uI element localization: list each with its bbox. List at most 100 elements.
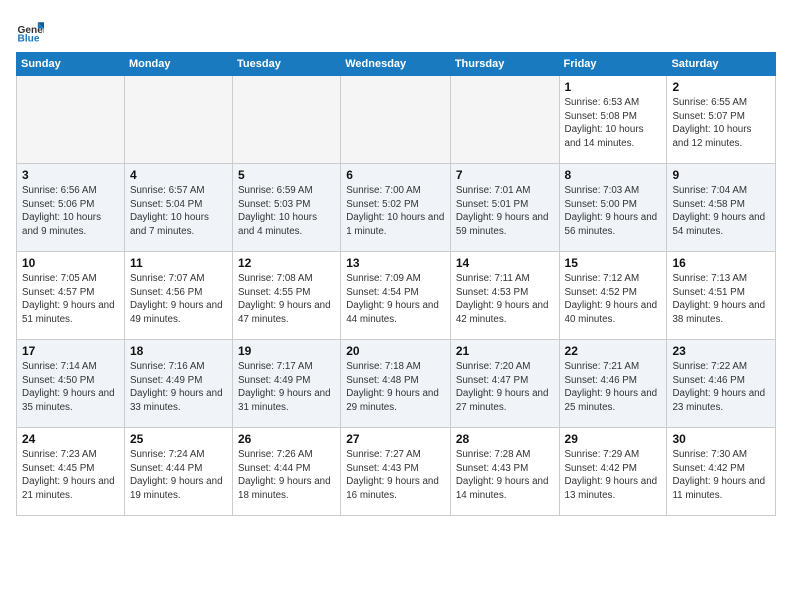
day-number: 26 [238, 432, 335, 446]
day-info: Sunrise: 7:26 AM Sunset: 4:44 PM Dayligh… [238, 448, 335, 503]
calendar-cell: 9 Sunrise: 7:04 AM Sunset: 4:58 PM Daylig… [667, 164, 776, 252]
calendar-header-row: SundayMondayTuesdayWednesdayThursdayFrid… [17, 53, 776, 76]
day-number: 3 [22, 168, 119, 182]
day-number: 4 [130, 168, 227, 182]
day-number: 30 [672, 432, 770, 446]
day-info: Sunrise: 7:11 AM Sunset: 4:53 PM Dayligh… [456, 272, 554, 327]
calendar-cell: 6Sunrise: 7:00 AM Sunset: 5:02 PM Daylig… [341, 164, 451, 252]
calendar-cell: 29 Sunrise: 7:29 AM Sunset: 4:42 PM Dayli… [559, 428, 667, 516]
day-number: 11 [130, 256, 227, 270]
day-number: 1 [565, 80, 662, 94]
calendar-cell [450, 76, 559, 164]
day-info: Sunrise: 7:18 AM Sunset: 4:48 PM Dayligh… [346, 360, 445, 415]
day-info: Sunrise: 7:30 AM Sunset: 4:42 PM Dayligh… [672, 448, 770, 503]
calendar-cell: 20 Sunrise: 7:18 AM Sunset: 4:48 PM Dayli… [341, 340, 451, 428]
day-info: Sunrise: 7:21 AM Sunset: 4:46 PM Dayligh… [565, 360, 662, 415]
calendar-cell: 4 Sunrise: 6:57 AM Sunset: 5:04 PM Daylig… [124, 164, 232, 252]
day-info: Sunrise: 7:09 AM Sunset: 4:54 PM Dayligh… [346, 272, 445, 327]
weekday-header-monday: Monday [124, 53, 232, 76]
day-number: 22 [565, 344, 662, 358]
logo-icon: General Blue [16, 16, 44, 44]
day-info: Sunrise: 7:03 AM Sunset: 5:00 PM Dayligh… [565, 184, 662, 239]
calendar-cell: 26 Sunrise: 7:26 AM Sunset: 4:44 PM Dayli… [233, 428, 341, 516]
day-number: 6 [346, 168, 445, 182]
day-number: 18 [130, 344, 227, 358]
day-info: Sunrise: 6:57 AM Sunset: 5:04 PM Dayligh… [130, 184, 227, 239]
calendar-cell: 22 Sunrise: 7:21 AM Sunset: 4:46 PM Dayli… [559, 340, 667, 428]
day-info: Sunrise: 7:05 AM Sunset: 4:57 PM Dayligh… [22, 272, 119, 327]
day-info: Sunrise: 7:01 AM Sunset: 5:01 PM Dayligh… [456, 184, 554, 239]
day-number: 8 [565, 168, 662, 182]
day-info: Sunrise: 7:29 AM Sunset: 4:42 PM Dayligh… [565, 448, 662, 503]
day-number: 9 [672, 168, 770, 182]
day-number: 24 [22, 432, 119, 446]
day-info: Sunrise: 7:28 AM Sunset: 4:43 PM Dayligh… [456, 448, 554, 503]
day-info: Sunrise: 7:12 AM Sunset: 4:52 PM Dayligh… [565, 272, 662, 327]
calendar-cell: 8 Sunrise: 7:03 AM Sunset: 5:00 PM Daylig… [559, 164, 667, 252]
calendar-cell: 16 Sunrise: 7:13 AM Sunset: 4:51 PM Dayli… [667, 252, 776, 340]
calendar-cell [233, 76, 341, 164]
calendar-week-row: 3Sunrise: 6:56 AM Sunset: 5:06 PM Daylig… [17, 164, 776, 252]
day-info: Sunrise: 7:04 AM Sunset: 4:58 PM Dayligh… [672, 184, 770, 239]
calendar-week-row: 1 Sunrise: 6:53 AM Sunset: 5:08 PM Daylig… [17, 76, 776, 164]
day-number: 23 [672, 344, 770, 358]
day-info: Sunrise: 7:17 AM Sunset: 4:49 PM Dayligh… [238, 360, 335, 415]
day-info: Sunrise: 6:59 AM Sunset: 5:03 PM Dayligh… [238, 184, 335, 239]
calendar-cell [341, 76, 451, 164]
calendar-table: SundayMondayTuesdayWednesdayThursdayFrid… [16, 52, 776, 516]
calendar-cell: 5 Sunrise: 6:59 AM Sunset: 5:03 PM Daylig… [233, 164, 341, 252]
calendar-cell: 27 Sunrise: 7:27 AM Sunset: 4:43 PM Dayli… [341, 428, 451, 516]
day-info: Sunrise: 6:55 AM Sunset: 5:07 PM Dayligh… [672, 96, 770, 151]
day-info: Sunrise: 7:24 AM Sunset: 4:44 PM Dayligh… [130, 448, 227, 503]
calendar-cell: 13 Sunrise: 7:09 AM Sunset: 4:54 PM Dayli… [341, 252, 451, 340]
day-number: 27 [346, 432, 445, 446]
calendar-cell: 28 Sunrise: 7:28 AM Sunset: 4:43 PM Dayli… [450, 428, 559, 516]
day-info: Sunrise: 7:27 AM Sunset: 4:43 PM Dayligh… [346, 448, 445, 503]
calendar-cell: 7 Sunrise: 7:01 AM Sunset: 5:01 PM Daylig… [450, 164, 559, 252]
weekday-header-friday: Friday [559, 53, 667, 76]
day-number: 16 [672, 256, 770, 270]
day-number: 29 [565, 432, 662, 446]
day-number: 14 [456, 256, 554, 270]
day-info: Sunrise: 7:13 AM Sunset: 4:51 PM Dayligh… [672, 272, 770, 327]
calendar-cell: 24 Sunrise: 7:23 AM Sunset: 4:45 PM Dayli… [17, 428, 125, 516]
day-number: 2 [672, 80, 770, 94]
day-number: 17 [22, 344, 119, 358]
day-number: 5 [238, 168, 335, 182]
calendar-week-row: 10 Sunrise: 7:05 AM Sunset: 4:57 PM Dayli… [17, 252, 776, 340]
day-number: 21 [456, 344, 554, 358]
day-number: 19 [238, 344, 335, 358]
calendar-cell: 17 Sunrise: 7:14 AM Sunset: 4:50 PM Dayli… [17, 340, 125, 428]
calendar-cell: 15Sunrise: 7:12 AM Sunset: 4:52 PM Dayli… [559, 252, 667, 340]
day-info: Sunrise: 7:07 AM Sunset: 4:56 PM Dayligh… [130, 272, 227, 327]
day-number: 13 [346, 256, 445, 270]
day-info: Sunrise: 7:23 AM Sunset: 4:45 PM Dayligh… [22, 448, 119, 503]
day-number: 20 [346, 344, 445, 358]
calendar-cell: 12 Sunrise: 7:08 AM Sunset: 4:55 PM Dayli… [233, 252, 341, 340]
calendar-cell [17, 76, 125, 164]
weekday-header-wednesday: Wednesday [341, 53, 451, 76]
calendar-week-row: 24 Sunrise: 7:23 AM Sunset: 4:45 PM Dayli… [17, 428, 776, 516]
logo: General Blue [16, 16, 48, 44]
day-number: 28 [456, 432, 554, 446]
calendar-week-row: 17 Sunrise: 7:14 AM Sunset: 4:50 PM Dayli… [17, 340, 776, 428]
day-info: Sunrise: 7:22 AM Sunset: 4:46 PM Dayligh… [672, 360, 770, 415]
day-number: 7 [456, 168, 554, 182]
calendar-cell: 25 Sunrise: 7:24 AM Sunset: 4:44 PM Dayli… [124, 428, 232, 516]
weekday-header-sunday: Sunday [17, 53, 125, 76]
day-number: 12 [238, 256, 335, 270]
calendar-cell: 2 Sunrise: 6:55 AM Sunset: 5:07 PM Daylig… [667, 76, 776, 164]
calendar-cell: 3Sunrise: 6:56 AM Sunset: 5:06 PM Daylig… [17, 164, 125, 252]
day-info: Sunrise: 7:08 AM Sunset: 4:55 PM Dayligh… [238, 272, 335, 327]
weekday-header-tuesday: Tuesday [233, 53, 341, 76]
day-info: Sunrise: 6:53 AM Sunset: 5:08 PM Dayligh… [565, 96, 662, 151]
calendar-cell: 1 Sunrise: 6:53 AM Sunset: 5:08 PM Daylig… [559, 76, 667, 164]
day-info: Sunrise: 7:20 AM Sunset: 4:47 PM Dayligh… [456, 360, 554, 415]
day-number: 10 [22, 256, 119, 270]
calendar-cell: 30 Sunrise: 7:30 AM Sunset: 4:42 PM Dayli… [667, 428, 776, 516]
calendar-cell [124, 76, 232, 164]
page-header: General Blue [16, 16, 776, 44]
day-number: 25 [130, 432, 227, 446]
day-info: Sunrise: 7:14 AM Sunset: 4:50 PM Dayligh… [22, 360, 119, 415]
svg-text:Blue: Blue [18, 34, 40, 44]
